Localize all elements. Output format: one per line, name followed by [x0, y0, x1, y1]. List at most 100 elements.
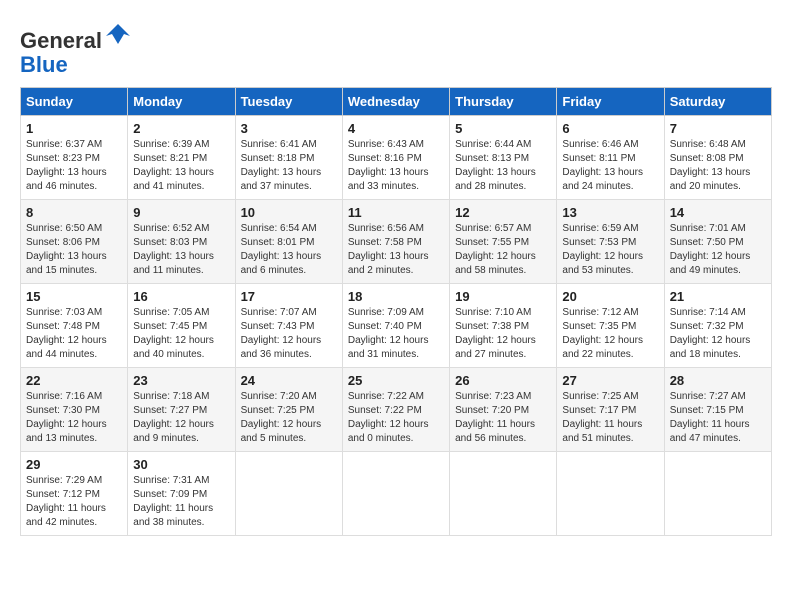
calendar-day: 3 Sunrise: 6:41 AMSunset: 8:18 PMDaylight… [235, 116, 342, 200]
day-detail: Sunrise: 6:46 AMSunset: 8:11 PMDaylight:… [562, 138, 658, 194]
calendar-day: 28 Sunrise: 7:27 AMSunset: 7:15 PMDayligh… [664, 368, 771, 452]
day-detail: Sunrise: 6:39 AMSunset: 8:21 PMDaylight:… [133, 138, 229, 194]
day-detail: Sunrise: 7:18 AMSunset: 7:27 PMDaylight:… [133, 390, 229, 446]
day-number: 26 [455, 373, 551, 388]
day-number: 3 [241, 121, 337, 136]
day-detail: Sunrise: 7:25 AMSunset: 7:17 PMDaylight:… [562, 390, 658, 446]
day-number: 5 [455, 121, 551, 136]
day-detail: Sunrise: 7:22 AMSunset: 7:22 PMDaylight:… [348, 390, 444, 446]
calendar-day: 20 Sunrise: 7:12 AMSunset: 7:35 PMDayligh… [557, 284, 664, 368]
calendar-day-empty [450, 452, 557, 536]
day-number: 23 [133, 373, 229, 388]
day-number: 27 [562, 373, 658, 388]
calendar-day: 23 Sunrise: 7:18 AMSunset: 7:27 PMDayligh… [128, 368, 235, 452]
day-number: 8 [26, 205, 122, 220]
day-number: 17 [241, 289, 337, 304]
day-detail: Sunrise: 6:52 AMSunset: 8:03 PMDaylight:… [133, 222, 229, 278]
day-detail: Sunrise: 7:20 AMSunset: 7:25 PMDaylight:… [241, 390, 337, 446]
calendar-day: 24 Sunrise: 7:20 AMSunset: 7:25 PMDayligh… [235, 368, 342, 452]
day-header-sunday: Sunday [21, 88, 128, 116]
calendar-day: 30 Sunrise: 7:31 AMSunset: 7:09 PMDayligh… [128, 452, 235, 536]
calendar-day: 7 Sunrise: 6:48 AMSunset: 8:08 PMDaylight… [664, 116, 771, 200]
day-header-friday: Friday [557, 88, 664, 116]
day-number: 2 [133, 121, 229, 136]
calendar-day: 21 Sunrise: 7:14 AMSunset: 7:32 PMDayligh… [664, 284, 771, 368]
calendar-day: 5 Sunrise: 6:44 AMSunset: 8:13 PMDaylight… [450, 116, 557, 200]
day-detail: Sunrise: 6:37 AMSunset: 8:23 PMDaylight:… [26, 138, 122, 194]
day-number: 7 [670, 121, 766, 136]
calendar-day: 16Sunrise: 7:05 AMSunset: 7:45 PMDayligh… [128, 284, 235, 368]
day-detail: Sunrise: 7:07 AMSunset: 7:43 PMDaylight:… [241, 306, 337, 362]
day-number: 6 [562, 121, 658, 136]
day-detail: Sunrise: 6:44 AMSunset: 8:13 PMDaylight:… [455, 138, 551, 194]
day-detail: Sunrise: 7:01 AMSunset: 7:50 PMDaylight:… [670, 222, 766, 278]
day-detail: Sunrise: 6:54 AMSunset: 8:01 PMDaylight:… [241, 222, 337, 278]
calendar-day: 27 Sunrise: 7:25 AMSunset: 7:17 PMDayligh… [557, 368, 664, 452]
calendar-day: 17 Sunrise: 7:07 AMSunset: 7:43 PMDayligh… [235, 284, 342, 368]
day-detail: Sunrise: 7:14 AMSunset: 7:32 PMDaylight:… [670, 306, 766, 362]
day-detail: Sunrise: 6:56 AMSunset: 7:58 PMDaylight:… [348, 222, 444, 278]
day-detail: Sunrise: 6:59 AMSunset: 7:53 PMDaylight:… [562, 222, 658, 278]
day-number: 18 [348, 289, 444, 304]
calendar-day: 15 Sunrise: 7:03 AMSunset: 7:48 PMDayligh… [21, 284, 128, 368]
logo-general: General [20, 28, 102, 53]
logo: General Blue [20, 20, 132, 77]
day-number: 15 [26, 289, 122, 304]
day-detail: Sunrise: 7:23 AMSunset: 7:20 PMDaylight:… [455, 390, 551, 446]
calendar-day: 26 Sunrise: 7:23 AMSunset: 7:20 PMDayligh… [450, 368, 557, 452]
day-number: 30 [133, 457, 229, 472]
day-detail: Sunrise: 7:12 AMSunset: 7:35 PMDaylight:… [562, 306, 658, 362]
calendar-week-row: 22Sunrise: 7:16 AMSunset: 7:30 PMDayligh… [21, 368, 772, 452]
calendar-day-empty [664, 452, 771, 536]
calendar-day: 8 Sunrise: 6:50 AMSunset: 8:06 PMDaylight… [21, 200, 128, 284]
day-number: 13 [562, 205, 658, 220]
calendar-day-empty [557, 452, 664, 536]
day-header-monday: Monday [128, 88, 235, 116]
day-number: 20 [562, 289, 658, 304]
calendar-week-row: 29 Sunrise: 7:29 AMSunset: 7:12 PMDayligh… [21, 452, 772, 536]
calendar-header-row: SundayMondayTuesdayWednesdayThursdayFrid… [21, 88, 772, 116]
day-detail: Sunrise: 7:27 AMSunset: 7:15 PMDaylight:… [670, 390, 766, 446]
day-detail: Sunrise: 7:09 AMSunset: 7:40 PMDaylight:… [348, 306, 444, 362]
day-number: 10 [241, 205, 337, 220]
day-detail: Sunrise: 7:31 AMSunset: 7:09 PMDaylight:… [133, 474, 229, 530]
day-number: 29 [26, 457, 122, 472]
day-detail: Sunrise: 6:43 AMSunset: 8:16 PMDaylight:… [348, 138, 444, 194]
day-number: 9 [133, 205, 229, 220]
logo-bird-icon [104, 20, 132, 48]
day-detail: Sunrise: 6:57 AMSunset: 7:55 PMDaylight:… [455, 222, 551, 278]
day-header-saturday: Saturday [664, 88, 771, 116]
calendar-day: 29 Sunrise: 7:29 AMSunset: 7:12 PMDayligh… [21, 452, 128, 536]
calendar-table: SundayMondayTuesdayWednesdayThursdayFrid… [20, 87, 772, 536]
day-detail: Sunrise: 7:29 AMSunset: 7:12 PMDaylight:… [26, 474, 122, 530]
day-detail: Sunrise: 7:16 AMSunset: 7:30 PMDaylight:… [26, 390, 122, 446]
day-detail: Sunrise: 7:05 AMSunset: 7:45 PMDaylight:… [133, 306, 229, 362]
calendar-day: 12 Sunrise: 6:57 AMSunset: 7:55 PMDayligh… [450, 200, 557, 284]
calendar-day: 14 Sunrise: 7:01 AMSunset: 7:50 PMDayligh… [664, 200, 771, 284]
day-detail: Sunrise: 7:03 AMSunset: 7:48 PMDaylight:… [26, 306, 122, 362]
day-number: 24 [241, 373, 337, 388]
calendar-day: 13 Sunrise: 6:59 AMSunset: 7:53 PMDayligh… [557, 200, 664, 284]
day-number: 12 [455, 205, 551, 220]
day-number: 11 [348, 205, 444, 220]
day-header-wednesday: Wednesday [342, 88, 449, 116]
calendar-day: 25Sunrise: 7:22 AMSunset: 7:22 PMDayligh… [342, 368, 449, 452]
calendar-day: 4Sunrise: 6:43 AMSunset: 8:16 PMDaylight… [342, 116, 449, 200]
day-number: 21 [670, 289, 766, 304]
calendar-day: 22Sunrise: 7:16 AMSunset: 7:30 PMDayligh… [21, 368, 128, 452]
day-number: 19 [455, 289, 551, 304]
day-detail: Sunrise: 6:50 AMSunset: 8:06 PMDaylight:… [26, 222, 122, 278]
day-number: 28 [670, 373, 766, 388]
day-detail: Sunrise: 6:48 AMSunset: 8:08 PMDaylight:… [670, 138, 766, 194]
calendar-body: 1 Sunrise: 6:37 AMSunset: 8:23 PMDaylight… [21, 116, 772, 536]
day-number: 14 [670, 205, 766, 220]
calendar-day: 18 Sunrise: 7:09 AMSunset: 7:40 PMDayligh… [342, 284, 449, 368]
calendar-day: 19 Sunrise: 7:10 AMSunset: 7:38 PMDayligh… [450, 284, 557, 368]
calendar-day: 11 Sunrise: 6:56 AMSunset: 7:58 PMDayligh… [342, 200, 449, 284]
calendar-week-row: 1 Sunrise: 6:37 AMSunset: 8:23 PMDaylight… [21, 116, 772, 200]
calendar-day: 9 Sunrise: 6:52 AMSunset: 8:03 PMDaylight… [128, 200, 235, 284]
day-detail: Sunrise: 6:41 AMSunset: 8:18 PMDaylight:… [241, 138, 337, 194]
day-number: 1 [26, 121, 122, 136]
calendar-week-row: 8 Sunrise: 6:50 AMSunset: 8:06 PMDaylight… [21, 200, 772, 284]
day-detail: Sunrise: 7:10 AMSunset: 7:38 PMDaylight:… [455, 306, 551, 362]
